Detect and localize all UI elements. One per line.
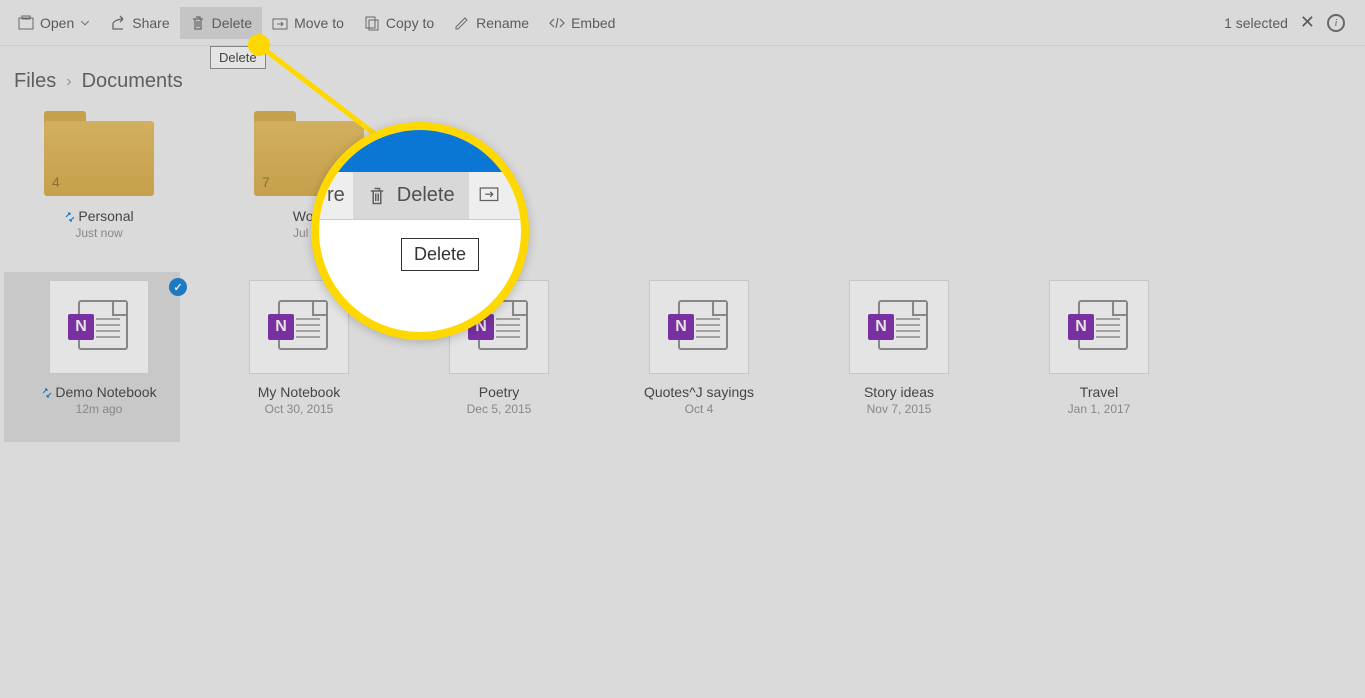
folder-item[interactable]: 7 Work Jul 31 xyxy=(249,111,369,240)
folder-name: Personal xyxy=(64,208,133,224)
file-date: Oct 4 xyxy=(685,402,714,416)
selection-count: 1 selected xyxy=(1224,15,1288,31)
onenote-icon: N xyxy=(649,280,749,374)
crumb-files[interactable]: Files xyxy=(14,70,56,93)
file-name: Demo Notebook xyxy=(41,384,156,400)
folder-count: 4 xyxy=(52,174,60,190)
moveto-button[interactable]: Move to xyxy=(262,7,354,39)
folder-icon: 7 xyxy=(254,111,364,196)
embed-icon xyxy=(549,15,565,31)
file-item[interactable]: N Demo Notebook 12m ago xyxy=(39,280,159,416)
file-grid: 4 Personal Just now 7 Work Jul 31 N Demo xyxy=(0,101,1365,466)
toolbar: Open Share Delete Move to Copy to Rename… xyxy=(0,0,1365,46)
delete-label: Delete xyxy=(212,15,252,31)
info-button[interactable]: i xyxy=(1327,14,1345,32)
onenote-icon: N xyxy=(49,280,149,374)
file-item[interactable]: N My Notebook Oct 30, 2015 xyxy=(239,280,359,416)
embed-label: Embed xyxy=(571,15,615,31)
breadcrumb: Files › Documents xyxy=(0,46,1365,101)
clear-selection-button[interactable]: ✕ xyxy=(1300,12,1315,33)
delete-tooltip: Delete xyxy=(210,46,266,69)
open-label: Open xyxy=(40,15,74,31)
file-name: Story ideas xyxy=(864,384,934,400)
selected-check-icon[interactable] xyxy=(169,278,187,296)
folder-count: 7 xyxy=(262,174,270,190)
file-name: My Notebook xyxy=(258,384,340,400)
folder-icon: 4 xyxy=(44,111,154,196)
folder-date: Just now xyxy=(75,226,122,240)
onenote-icon: N xyxy=(249,280,349,374)
share-icon xyxy=(110,15,126,31)
shared-icon xyxy=(64,211,76,223)
file-name: Travel xyxy=(1080,384,1118,400)
file-item[interactable]: N Story ideas Nov 7, 2015 xyxy=(839,280,959,416)
file-item[interactable]: N Travel Jan 1, 2017 xyxy=(1039,280,1159,416)
file-date: Nov 7, 2015 xyxy=(867,402,932,416)
file-item[interactable]: N Quotes^J sayings Oct 4 xyxy=(639,280,759,416)
copyto-button[interactable]: Copy to xyxy=(354,7,444,39)
file-item[interactable]: N Poetry Dec 5, 2015 xyxy=(439,280,559,416)
onenote-icon: N xyxy=(1049,280,1149,374)
onenote-icon: N xyxy=(849,280,949,374)
chevron-right-icon: › xyxy=(66,73,71,91)
rename-button[interactable]: Rename xyxy=(444,7,539,39)
file-date: Jan 1, 2017 xyxy=(1068,402,1131,416)
chevron-down-icon xyxy=(80,15,90,31)
trash-icon xyxy=(190,15,206,31)
embed-button[interactable]: Embed xyxy=(539,7,625,39)
copyto-label: Copy to xyxy=(386,15,434,31)
delete-button[interactable]: Delete xyxy=(180,7,262,39)
file-date: Dec 5, 2015 xyxy=(467,402,532,416)
moveto-icon xyxy=(272,15,288,31)
folder-date: Jul 31 xyxy=(293,226,325,240)
crumb-documents[interactable]: Documents xyxy=(82,70,183,93)
file-date: Oct 30, 2015 xyxy=(265,402,334,416)
folder-name: Work xyxy=(293,208,325,224)
share-label: Share xyxy=(132,15,169,31)
open-icon xyxy=(18,15,34,31)
copyto-icon xyxy=(364,15,380,31)
open-button[interactable]: Open xyxy=(8,7,100,39)
shared-icon xyxy=(41,387,53,399)
rename-icon xyxy=(454,15,470,31)
moveto-label: Move to xyxy=(294,15,344,31)
folder-item[interactable]: 4 Personal Just now xyxy=(39,111,159,240)
share-button[interactable]: Share xyxy=(100,7,179,39)
rename-label: Rename xyxy=(476,15,529,31)
file-date: 12m ago xyxy=(76,402,123,416)
file-name: Quotes^J sayings xyxy=(644,384,754,400)
onenote-icon: N xyxy=(449,280,549,374)
file-name: Poetry xyxy=(479,384,519,400)
